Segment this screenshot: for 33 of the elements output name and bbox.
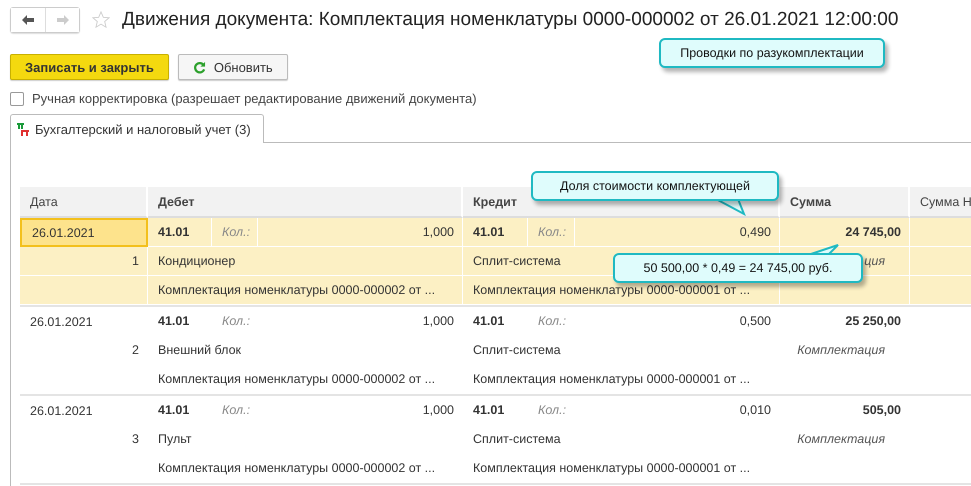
- quantity-cell: 1,000: [258, 218, 463, 247]
- refresh-button[interactable]: Обновить: [178, 54, 288, 80]
- window-title: Движения документа: Комплектация номенклатуры 0000-000002 от 26.01.2021 12:00:00: [122, 9, 898, 31]
- callout-tooltip: Проводки по разукомплектации: [659, 38, 885, 68]
- arrow-right-icon: [56, 15, 68, 25]
- quantity-cell: 0,490: [575, 218, 780, 247]
- refresh-icon: [192, 60, 206, 74]
- sum-cell: 24 745,00: [780, 218, 910, 247]
- table-cell: [910, 276, 971, 305]
- tab[interactable]: Бухгалтерский и налоговый учет (3): [10, 114, 264, 143]
- date-cell[interactable]: 26.01.2021: [20, 218, 148, 247]
- column-header[interactable]: Сумма: [780, 187, 910, 218]
- quantity-label: Кол.:: [212, 218, 258, 247]
- item-cell: Кондиционер: [148, 247, 463, 276]
- quantity-label: Кол.:: [528, 218, 575, 247]
- back-button[interactable]: [11, 8, 45, 32]
- table-cell: [910, 218, 971, 247]
- column-header[interactable]: Дебет: [148, 187, 463, 218]
- operation-note: ция: [864, 254, 885, 268]
- checkbox[interactable]: [10, 92, 24, 106]
- checkbox-label: Ручная корректировка (разрешает редактирование движений документа): [32, 91, 477, 106]
- operation-note: Комплектация: [797, 343, 885, 357]
- column-header[interactable]: Сумма Н: [910, 187, 971, 218]
- account-cell: 41.01: [148, 218, 212, 247]
- document-cell: Комплектация номенклатуры 0000-000002 от ...: [148, 276, 463, 305]
- account-cell: 41.01: [463, 218, 528, 247]
- operation-note: Комплектация: [797, 432, 885, 446]
- row-number: 1: [20, 247, 148, 276]
- arrow-left-icon: [22, 15, 34, 25]
- star-icon[interactable]: [92, 11, 110, 29]
- save-close-button[interactable]: Записать и закрыть: [10, 54, 169, 80]
- column-header[interactable]: Дата: [20, 187, 148, 218]
- debit-credit-icon: [17, 122, 29, 136]
